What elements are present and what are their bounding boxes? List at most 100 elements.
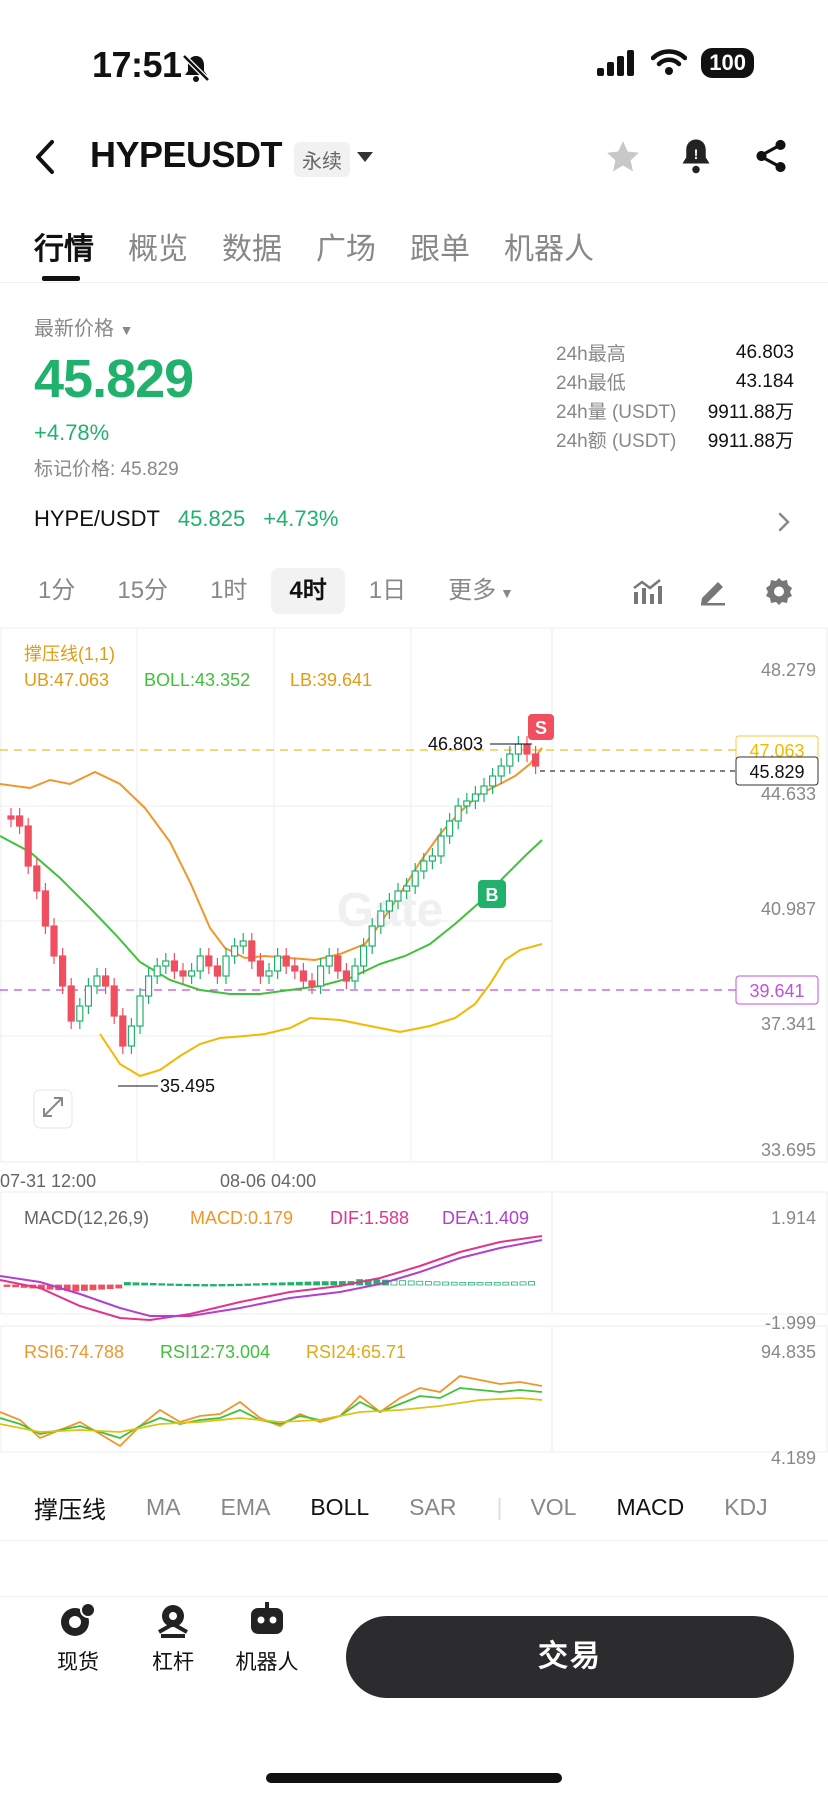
indicator-sar[interactable]: SAR	[409, 1494, 456, 1521]
macd-bar	[89, 1284, 97, 1291]
macd-bar	[442, 1281, 450, 1286]
tab-copy-trade[interactable]: 跟单	[410, 224, 470, 268]
share-icon[interactable]	[752, 136, 790, 176]
macd-bar	[407, 1280, 415, 1286]
y-tick: 40.987	[761, 899, 816, 919]
candle-body	[222, 955, 230, 977]
tf-4h[interactable]: 4时	[271, 568, 345, 614]
nav-margin[interactable]: 杠杆	[128, 1600, 218, 1676]
candle-body	[308, 980, 316, 987]
candle-body	[265, 970, 273, 977]
candle-body	[50, 925, 58, 957]
nav-spot[interactable]: 现货	[33, 1600, 123, 1676]
indicator-macd[interactable]: MACD	[616, 1494, 684, 1521]
candle-body	[282, 955, 290, 967]
macd-bar	[450, 1281, 458, 1286]
spot-pair-row[interactable]: HYPE/USDT 45.825 +4.73%	[34, 506, 338, 532]
macd-bar	[313, 1281, 321, 1286]
macd-bar	[433, 1281, 441, 1286]
candle-body	[16, 815, 24, 827]
lb-level-label: 39.641	[749, 981, 804, 1001]
y-tick: 44.633	[761, 784, 816, 804]
candlesticks	[7, 736, 540, 1054]
candle-body	[153, 965, 161, 977]
indicator-ma[interactable]: MA	[146, 1494, 181, 1521]
macd-bar	[528, 1281, 535, 1286]
settings-gear-icon[interactable]	[764, 576, 794, 606]
lb-value: LB:39.641	[290, 670, 372, 690]
macd-bar	[149, 1282, 157, 1286]
boll-middle-band	[0, 835, 543, 995]
indicator-vol[interactable]: VOL	[530, 1494, 576, 1521]
expand-chart-icon[interactable]	[33, 1089, 73, 1129]
candle-body	[231, 945, 239, 957]
symbol-title[interactable]: HYPEUSDT	[90, 134, 283, 176]
candle-body	[93, 975, 101, 987]
macd-bar	[261, 1283, 269, 1286]
tf-15m[interactable]: 15分	[99, 568, 186, 614]
candle-body	[480, 785, 488, 795]
back-arrow-icon[interactable]	[32, 138, 58, 176]
candle-body	[248, 940, 256, 962]
candle-body	[84, 985, 93, 1007]
last-price-label[interactable]: 最新价格 ▼	[34, 312, 133, 341]
spot-icon	[61, 1602, 96, 1636]
candle-body	[497, 765, 505, 777]
candle-body	[127, 1025, 135, 1047]
indicator-boll[interactable]: BOLL	[310, 1494, 369, 1521]
candle-body	[205, 955, 213, 967]
candle-body	[325, 955, 333, 967]
tab-square[interactable]: 广场	[316, 224, 376, 268]
price-change: +4.78%	[34, 420, 110, 445]
tf-1h[interactable]: 1时	[192, 568, 265, 614]
macd-bar	[321, 1281, 329, 1286]
macd-bar	[287, 1282, 295, 1286]
tab-bot[interactable]: 机器人	[504, 224, 594, 268]
tf-1d[interactable]: 1日	[351, 568, 424, 614]
favorite-star-icon[interactable]	[604, 138, 642, 176]
candle-body	[239, 940, 247, 947]
tab-overview[interactable]: 概览	[128, 224, 188, 268]
macd-bar	[278, 1282, 286, 1286]
last-price: 45.829	[34, 349, 194, 409]
candle-body	[489, 775, 497, 787]
indicator-ema[interactable]: EMA	[221, 1494, 271, 1521]
tab-market[interactable]: 行情	[34, 224, 94, 268]
indicator-support-resistance[interactable]: 撑压线	[34, 1490, 106, 1525]
candle-body	[33, 865, 41, 892]
battery-icon: 100	[701, 48, 754, 78]
nav-bot[interactable]: 机器人	[222, 1600, 312, 1676]
alert-bell-icon[interactable]: !	[678, 136, 714, 176]
caret-down-icon[interactable]	[356, 150, 374, 164]
kline-chart[interactable]: Gate 撑压线(1,1) UB:47.063 BOLL:43.352 LB:3…	[0, 626, 828, 1476]
candle-body	[7, 815, 15, 820]
macd-bar	[3, 1284, 11, 1287]
macd-bar	[175, 1283, 183, 1287]
indicator-kdj[interactable]: KDJ	[724, 1494, 767, 1521]
tab-data[interactable]: 数据	[222, 224, 282, 268]
candle-body	[334, 955, 342, 972]
macd-bar	[330, 1281, 338, 1286]
x-tick: 08-06 04:00	[220, 1171, 316, 1191]
candle-body	[162, 960, 170, 967]
trade-button[interactable]: 交易	[346, 1616, 794, 1698]
macd-histogram	[3, 1279, 535, 1292]
macd-bar	[192, 1284, 200, 1287]
tf-1m[interactable]: 1分	[20, 568, 93, 614]
macd-bar	[115, 1284, 123, 1289]
candle-body	[463, 800, 471, 807]
macd-bar	[502, 1281, 510, 1286]
draw-pen-icon[interactable]	[698, 576, 728, 606]
candle-body	[67, 985, 75, 1022]
rsi-y-tick: 94.835	[761, 1342, 816, 1362]
tf-more[interactable]: 更多 ▼	[430, 568, 532, 614]
x-tick: 07-31 12:00	[0, 1171, 96, 1191]
indicator-name: 撑压线(1,1)	[24, 644, 115, 664]
candle-body	[136, 995, 144, 1027]
candle-body	[41, 890, 50, 927]
candle-body	[119, 1015, 127, 1047]
chevron-right-icon[interactable]	[776, 510, 792, 534]
svg-text:!: !	[694, 147, 699, 162]
macd-y-tick: 1.914	[771, 1208, 816, 1228]
indicator-icon[interactable]	[632, 578, 662, 606]
